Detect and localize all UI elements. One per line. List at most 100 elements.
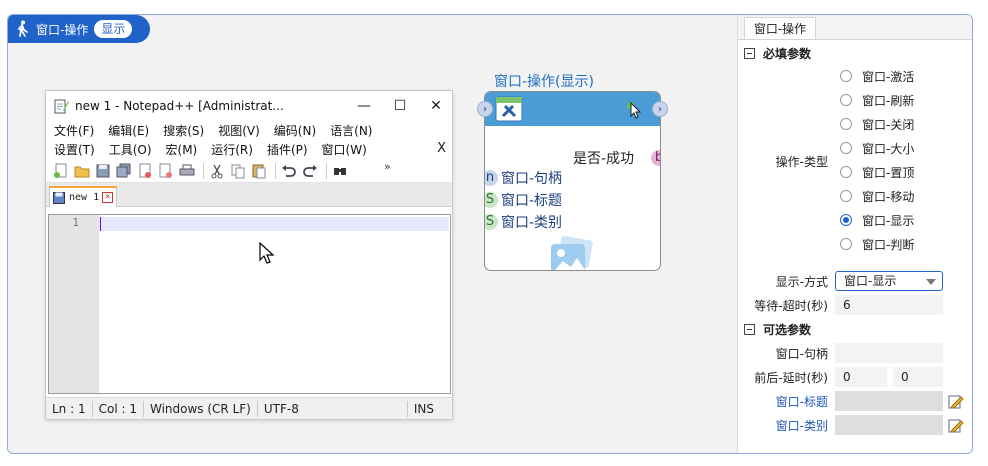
title-label[interactable]: 窗口-标题 — [758, 393, 828, 410]
node-output-label: 是否-成功 — [573, 151, 635, 167]
find-icon[interactable] — [331, 163, 349, 179]
node-header — [485, 92, 660, 126]
toolbar-separator — [275, 162, 276, 179]
delay-label: 前后-延时(秒) — [754, 371, 828, 385]
radio-size[interactable] — [840, 142, 852, 154]
workflow-frame: 窗口-操作 显示 new 1 - Notepad++ [Administrat.… — [7, 14, 973, 454]
line-number-gutter: 1 — [49, 215, 99, 393]
menu-file[interactable]: 文件(F) — [54, 122, 94, 139]
node-cursor-icon — [627, 101, 641, 119]
menu-language[interactable]: 语言(N) — [330, 122, 372, 139]
timeout-label: 等待-超时(秒) — [754, 299, 828, 313]
menu-view[interactable]: 视图(V) — [218, 122, 260, 139]
input-label-title: 窗口-标题 — [501, 193, 563, 209]
saved-status-icon — [53, 191, 65, 204]
radio-label-move: 窗口-移动 — [862, 190, 915, 204]
radio-close[interactable] — [840, 118, 852, 130]
timeout-input[interactable]: 6 — [835, 295, 943, 315]
close-document-button[interactable]: X — [437, 141, 446, 156]
menu-plugins[interactable]: 插件(P) — [267, 141, 308, 158]
delay-after-input[interactable]: 0 — [893, 367, 943, 387]
status-encoding: UTF-8 — [258, 400, 408, 417]
notepad-window[interactable]: new 1 - Notepad++ [Administrat... — ☐ ✕ … — [45, 90, 453, 420]
copy-icon[interactable] — [229, 163, 247, 179]
input-type-badge-class: S — [485, 214, 498, 230]
close-file-icon[interactable] — [136, 163, 154, 179]
status-column: Col : 1 — [93, 400, 144, 417]
redo-icon[interactable] — [301, 163, 319, 179]
notepad-caption: new 1 - Notepad++ [Administrat... — [75, 99, 284, 113]
menu-run[interactable]: 运行(R) — [211, 141, 253, 158]
edit-icon[interactable] — [948, 393, 964, 409]
properties-panel: 窗口-操作 必填参数 操作-类型 窗口-激活 窗口-刷新 窗口-关闭 窗口-大小… — [738, 15, 972, 453]
collapse-icon[interactable] — [744, 48, 755, 59]
radio-activate[interactable] — [840, 70, 852, 82]
notepad-titlebar[interactable]: new 1 - Notepad++ [Administrat... — ☐ ✕ — [46, 91, 452, 121]
menu-edit[interactable]: 编辑(E) — [108, 122, 149, 139]
step-badge[interactable]: 显示 — [94, 20, 133, 38]
minimize-button[interactable]: — — [346, 91, 382, 121]
toolbar-overflow-chevron-icon[interactable]: » — [384, 160, 391, 173]
tab-close-icon[interactable]: ✕ — [102, 192, 114, 203]
required-section-header[interactable]: 必填参数 — [744, 45, 811, 62]
save-all-icon[interactable] — [115, 163, 133, 179]
show-mode-select[interactable]: 窗口-显示 — [835, 271, 943, 291]
menu-macro[interactable]: 宏(M) — [166, 141, 198, 158]
notepad-toolbar: » — [46, 159, 452, 183]
save-icon[interactable] — [94, 163, 112, 179]
radio-move[interactable] — [840, 190, 852, 202]
title-input[interactable] — [835, 391, 943, 411]
radio-topmost[interactable] — [840, 166, 852, 178]
document-tab[interactable]: new 1 ✕ — [49, 186, 117, 207]
step-header-pill: 窗口-操作 显示 — [8, 15, 150, 43]
radio-label-refresh: 窗口-刷新 — [862, 94, 915, 108]
new-file-icon[interactable] — [52, 163, 70, 179]
radio-label-topmost: 窗口-置顶 — [862, 166, 915, 180]
required-section-title: 必填参数 — [763, 47, 812, 61]
print-icon[interactable] — [178, 163, 196, 179]
running-person-icon — [17, 20, 28, 37]
optional-section-header[interactable]: 可选参数 — [744, 321, 811, 338]
paste-icon[interactable] — [250, 163, 268, 179]
delay-before-input[interactable]: 0 — [835, 367, 887, 387]
step-title: 窗口-操作 — [36, 22, 89, 37]
text-editor[interactable]: 1 — [48, 214, 451, 394]
image-placeholder-icon — [551, 236, 593, 270]
input-type-badge-title: S — [485, 192, 498, 208]
close-button[interactable]: ✕ — [418, 91, 454, 121]
input-label-class: 窗口-类别 — [501, 215, 563, 231]
radio-refresh[interactable] — [840, 94, 852, 106]
menu-encoding[interactable]: 编码(N) — [274, 122, 316, 139]
open-folder-icon[interactable] — [73, 163, 91, 179]
menu-settings[interactable]: 设置(T) — [54, 141, 95, 158]
node-output-port-icon[interactable]: › — [652, 101, 668, 117]
menu-window[interactable]: 窗口(W) — [322, 141, 367, 158]
class-label[interactable]: 窗口-类别 — [758, 417, 828, 434]
output-type-badge: b — [651, 150, 660, 166]
status-insert-mode: INS — [413, 401, 434, 416]
node-input-port-icon[interactable]: › — [477, 101, 493, 117]
toolbar-separator — [326, 162, 327, 179]
current-line-highlight — [99, 217, 449, 231]
menu-tools[interactable]: 工具(O) — [109, 141, 152, 158]
tab-window-operation[interactable]: 窗口-操作 — [744, 17, 816, 39]
document-tabbar: new 1 ✕ — [46, 183, 452, 207]
close-all-icon[interactable] — [157, 163, 175, 179]
handle-label: 窗口-句柄 — [775, 347, 828, 361]
text-caret — [100, 217, 101, 231]
radio-judge[interactable] — [840, 238, 852, 250]
maximize-button[interactable]: ☐ — [382, 91, 418, 121]
radio-label-close: 窗口-关闭 — [862, 118, 915, 132]
handle-input[interactable] — [835, 343, 943, 363]
window-tools-icon — [495, 96, 523, 122]
radio-label-activate: 窗口-激活 — [862, 70, 915, 84]
class-input[interactable] — [835, 415, 943, 435]
window-operation-node[interactable]: 是否-成功 b n 窗口-句柄 S 窗口-标题 S 窗口-类别 — [484, 91, 661, 271]
menu-search[interactable]: 搜索(S) — [163, 122, 204, 139]
collapse-icon[interactable] — [744, 324, 755, 335]
edit-icon[interactable] — [948, 417, 964, 433]
radio-show-selected[interactable] — [840, 214, 852, 226]
cut-icon[interactable] — [208, 163, 226, 179]
undo-icon[interactable] — [280, 163, 298, 179]
canvas[interactable]: 窗口-操作 显示 new 1 - Notepad++ [Administrat.… — [8, 15, 738, 453]
